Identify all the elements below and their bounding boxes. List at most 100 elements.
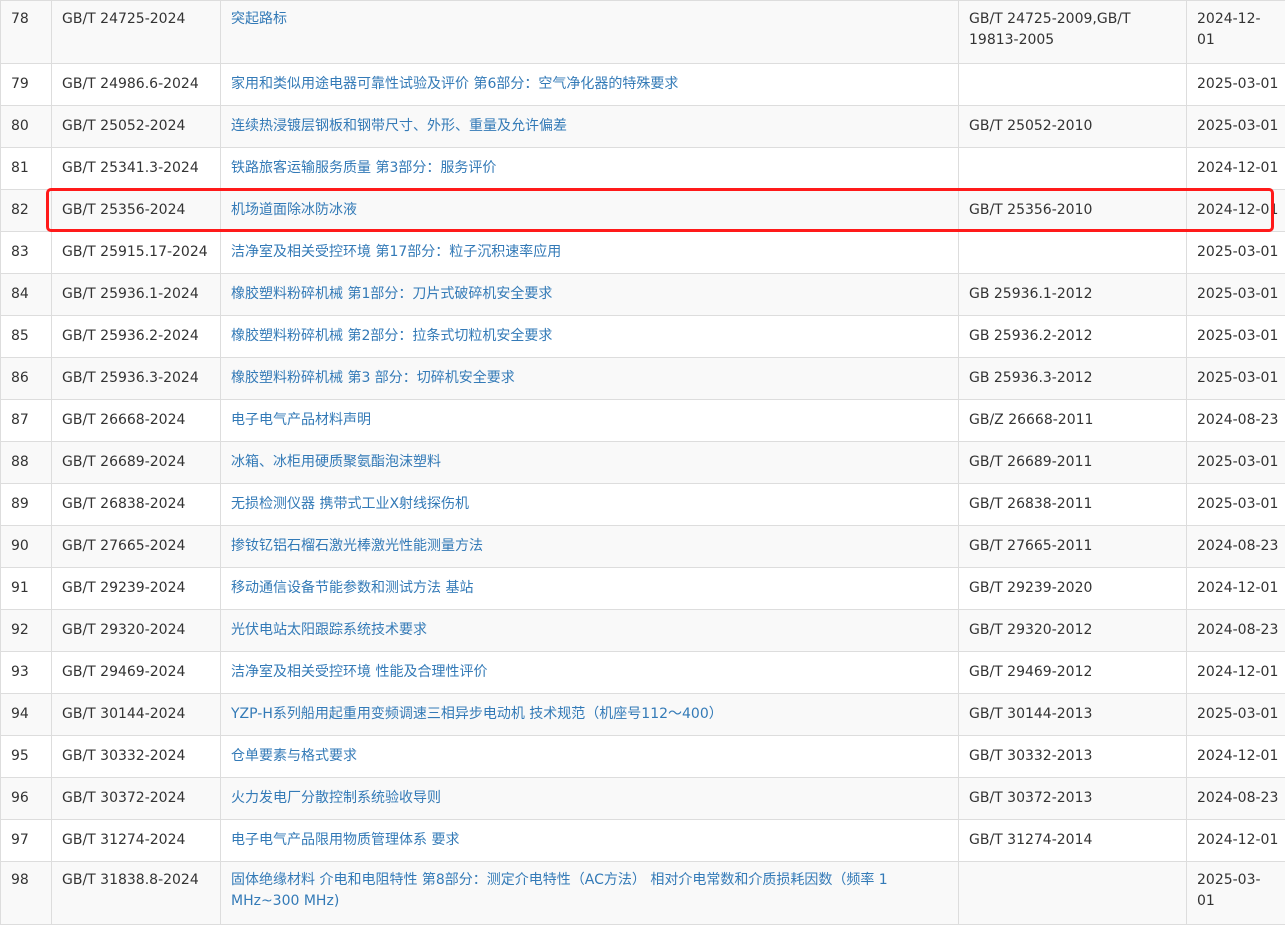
implementation-date: 2025-03-01: [1186, 441, 1285, 484]
replaced-standard: GB/T 29469-2012: [958, 651, 1187, 694]
standard-name-link[interactable]: 仓单要素与格式要求: [231, 748, 357, 764]
table-row[interactable]: 85 GB/T 25936.2-2024 橡胶塑料粉碎机械 第2部分：拉条式切粒机安…: [0, 315, 1285, 358]
implementation-date: 2024-12-01: [1186, 189, 1285, 232]
standard-name-cell: 电子电气产品限用物质管理体系 要求: [220, 819, 959, 862]
standard-name-cell: 固体绝缘材料 介电和电阻特性 第8部分：测定介电特性（AC方法） 相对介电常数和…: [220, 861, 959, 925]
standard-name-link[interactable]: 家用和类似用途电器可靠性试验及评价 第6部分：空气净化器的特殊要求: [231, 76, 678, 92]
replaced-standard: GB 25936.1-2012: [958, 273, 1187, 316]
replaced-standard: GB/T 27665-2011: [958, 525, 1187, 568]
standard-name-link[interactable]: 无损检测仪器 携带式工业X射线探伤机: [231, 496, 469, 512]
standard-name-link[interactable]: 电子电气产品限用物质管理体系 要求: [231, 832, 459, 848]
implementation-date: 2025-03-01: [1186, 105, 1285, 148]
standard-code: GB/T 25356-2024: [51, 189, 221, 232]
standard-name-link[interactable]: 火力发电厂分散控制系统验收导则: [231, 790, 441, 806]
standard-name-link[interactable]: 铁路旅客运输服务质量 第3部分：服务评价: [231, 160, 496, 176]
standard-code: GB/T 27665-2024: [51, 525, 221, 568]
standard-code: GB/T 25936.2-2024: [51, 315, 221, 358]
table-row[interactable]: 92 GB/T 29320-2024 光伏电站太阳跟踪系统技术要求 GB/T 2932…: [0, 609, 1285, 652]
row-number: 98: [0, 861, 52, 925]
standard-name-link[interactable]: 洁净室及相关受控环境 第17部分：粒子沉积速率应用: [231, 244, 561, 260]
replaced-standard: GB/T 26689-2011: [958, 441, 1187, 484]
table-row[interactable]: 95 GB/T 30332-2024 仓单要素与格式要求 GB/T 30332-201…: [0, 735, 1285, 778]
standard-name-link[interactable]: 电子电气产品材料声明: [231, 412, 371, 428]
implementation-date: 2024-12-01: [1186, 567, 1285, 610]
replaced-standard: GB/T 30144-2013: [958, 693, 1187, 736]
table-row[interactable]: 90 GB/T 27665-2024 掺钕钇铝石榴石激光棒激光性能测量方法 GB/T …: [0, 525, 1285, 568]
table-row[interactable]: 87 GB/T 26668-2024 电子电气产品材料声明 GB/Z 26668-20…: [0, 399, 1285, 442]
standard-name-link[interactable]: 机场道面除冰防冰液: [231, 202, 357, 218]
standard-name-link[interactable]: YZP-H系列船用起重用变频调速三相异步电动机 技术规范（机座号112～400）: [231, 706, 723, 722]
replaced-standard: GB 25936.2-2012: [958, 315, 1187, 358]
standard-code: GB/T 26689-2024: [51, 441, 221, 484]
replaced-standard: [958, 231, 1187, 274]
standard-name-cell: YZP-H系列船用起重用变频调速三相异步电动机 技术规范（机座号112～400）: [220, 693, 959, 736]
implementation-date: 2024-12-01: [1186, 819, 1285, 862]
standard-code: GB/T 25915.17-2024: [51, 231, 221, 274]
table-row[interactable]: 97 GB/T 31274-2024 电子电气产品限用物质管理体系 要求 GB/T 3…: [0, 819, 1285, 862]
standard-name-link[interactable]: 橡胶塑料粉碎机械 第1部分：刀片式破碎机安全要求: [231, 286, 552, 302]
replaced-standard: GB/T 25356-2010: [958, 189, 1187, 232]
table-row[interactable]: 84 GB/T 25936.1-2024 橡胶塑料粉碎机械 第1部分：刀片式破碎机安…: [0, 273, 1285, 316]
standard-name-cell: 橡胶塑料粉碎机械 第3 部分：切碎机安全要求: [220, 357, 959, 400]
standard-name-cell: 无损检测仪器 携带式工业X射线探伤机: [220, 483, 959, 526]
standard-name-link[interactable]: 橡胶塑料粉碎机械 第2部分：拉条式切粒机安全要求: [231, 328, 552, 344]
page: 78 GB/T 24725-2024 突起路标 GB/T 24725-2009,GB/…: [0, 0, 1285, 931]
standard-name-cell: 洁净室及相关受控环境 第17部分：粒子沉积速率应用: [220, 231, 959, 274]
standard-name-link[interactable]: 洁净室及相关受控环境 性能及合理性评价: [231, 664, 487, 680]
standard-name-link[interactable]: 固体绝缘材料 介电和电阻特性 第8部分：测定介电特性（AC方法） 相对介电常数和…: [231, 872, 888, 909]
table-row[interactable]: 86 GB/T 25936.3-2024 橡胶塑料粉碎机械 第3 部分：切碎机安全要…: [0, 357, 1285, 400]
row-number: 78: [0, 0, 52, 64]
table-row[interactable]: 98 GB/T 31838.8-2024 固体绝缘材料 介电和电阻特性 第8部分：测…: [0, 861, 1285, 925]
table-row[interactable]: 83 GB/T 25915.17-2024 洁净室及相关受控环境 第17部分：粒子沉…: [0, 231, 1285, 274]
table-row[interactable]: 88 GB/T 26689-2024 冰箱、冰柜用硬质聚氨酯泡沫塑料 GB/T 266…: [0, 441, 1285, 484]
table-row[interactable]: 81 GB/T 25341.3-2024 铁路旅客运输服务质量 第3部分：服务评价 2…: [0, 147, 1285, 190]
row-number: 86: [0, 357, 52, 400]
standard-name-link[interactable]: 冰箱、冰柜用硬质聚氨酯泡沫塑料: [231, 454, 441, 470]
replaced-standard: GB/T 31274-2014: [958, 819, 1187, 862]
standard-name-cell: 洁净室及相关受控环境 性能及合理性评价: [220, 651, 959, 694]
standard-name-link[interactable]: 突起路标: [231, 11, 287, 27]
standard-name-cell: 连续热浸镀层钢板和钢带尺寸、外形、重量及允许偏差: [220, 105, 959, 148]
standard-name-link[interactable]: 橡胶塑料粉碎机械 第3 部分：切碎机安全要求: [231, 370, 515, 386]
standard-code: GB/T 25936.3-2024: [51, 357, 221, 400]
row-number: 94: [0, 693, 52, 736]
standards-table-body: 78 GB/T 24725-2024 突起路标 GB/T 24725-2009,GB/…: [0, 0, 1285, 925]
implementation-date: 2024-12-01: [1186, 0, 1285, 64]
standard-code: GB/T 29239-2024: [51, 567, 221, 610]
standards-table: 78 GB/T 24725-2024 突起路标 GB/T 24725-2009,GB/…: [0, 0, 1285, 925]
standard-name-cell: 光伏电站太阳跟踪系统技术要求: [220, 609, 959, 652]
row-number: 89: [0, 483, 52, 526]
standard-name-cell: 机场道面除冰防冰液: [220, 189, 959, 232]
table-row[interactable]: 82 GB/T 25356-2024 机场道面除冰防冰液 GB/T 25356-201…: [0, 189, 1285, 232]
standard-name-cell: 突起路标: [220, 0, 959, 64]
table-row[interactable]: 91 GB/T 29239-2024 移动通信设备节能参数和测试方法 基站 GB/T …: [0, 567, 1285, 610]
implementation-date: 2025-03-01: [1186, 693, 1285, 736]
standard-code: GB/T 30372-2024: [51, 777, 221, 820]
standard-name-cell: 掺钕钇铝石榴石激光棒激光性能测量方法: [220, 525, 959, 568]
standard-code: GB/T 26838-2024: [51, 483, 221, 526]
table-row[interactable]: 96 GB/T 30372-2024 火力发电厂分散控制系统验收导则 GB/T 303…: [0, 777, 1285, 820]
table-row[interactable]: 94 GB/T 30144-2024 YZP-H系列船用起重用变频调速三相异步电动机…: [0, 693, 1285, 736]
implementation-date: 2024-08-23: [1186, 525, 1285, 568]
table-row[interactable]: 93 GB/T 29469-2024 洁净室及相关受控环境 性能及合理性评价 GB/T…: [0, 651, 1285, 694]
standard-name-link[interactable]: 光伏电站太阳跟踪系统技术要求: [231, 622, 427, 638]
standard-name-link[interactable]: 掺钕钇铝石榴石激光棒激光性能测量方法: [231, 538, 483, 554]
table-row[interactable]: 80 GB/T 25052-2024 连续热浸镀层钢板和钢带尺寸、外形、重量及允许偏…: [0, 105, 1285, 148]
table-row[interactable]: 78 GB/T 24725-2024 突起路标 GB/T 24725-2009,GB/…: [0, 0, 1285, 64]
implementation-date: 2024-08-23: [1186, 609, 1285, 652]
implementation-date: 2025-03-01: [1186, 315, 1285, 358]
table-row[interactable]: 89 GB/T 26838-2024 无损检测仪器 携带式工业X射线探伤机 GB/T …: [0, 483, 1285, 526]
standard-name-link[interactable]: 连续热浸镀层钢板和钢带尺寸、外形、重量及允许偏差: [231, 118, 567, 134]
implementation-date: 2024-12-01: [1186, 651, 1285, 694]
row-number: 96: [0, 777, 52, 820]
implementation-date: 2024-12-01: [1186, 735, 1285, 778]
table-row[interactable]: 79 GB/T 24986.6-2024 家用和类似用途电器可靠性试验及评价 第6部…: [0, 63, 1285, 106]
row-number: 81: [0, 147, 52, 190]
replaced-standard: [958, 63, 1187, 106]
standard-name-link[interactable]: 移动通信设备节能参数和测试方法 基站: [231, 580, 473, 596]
standard-code: GB/T 31274-2024: [51, 819, 221, 862]
standard-code: GB/T 30332-2024: [51, 735, 221, 778]
row-number: 80: [0, 105, 52, 148]
row-number: 97: [0, 819, 52, 862]
standard-name-cell: 橡胶塑料粉碎机械 第2部分：拉条式切粒机安全要求: [220, 315, 959, 358]
